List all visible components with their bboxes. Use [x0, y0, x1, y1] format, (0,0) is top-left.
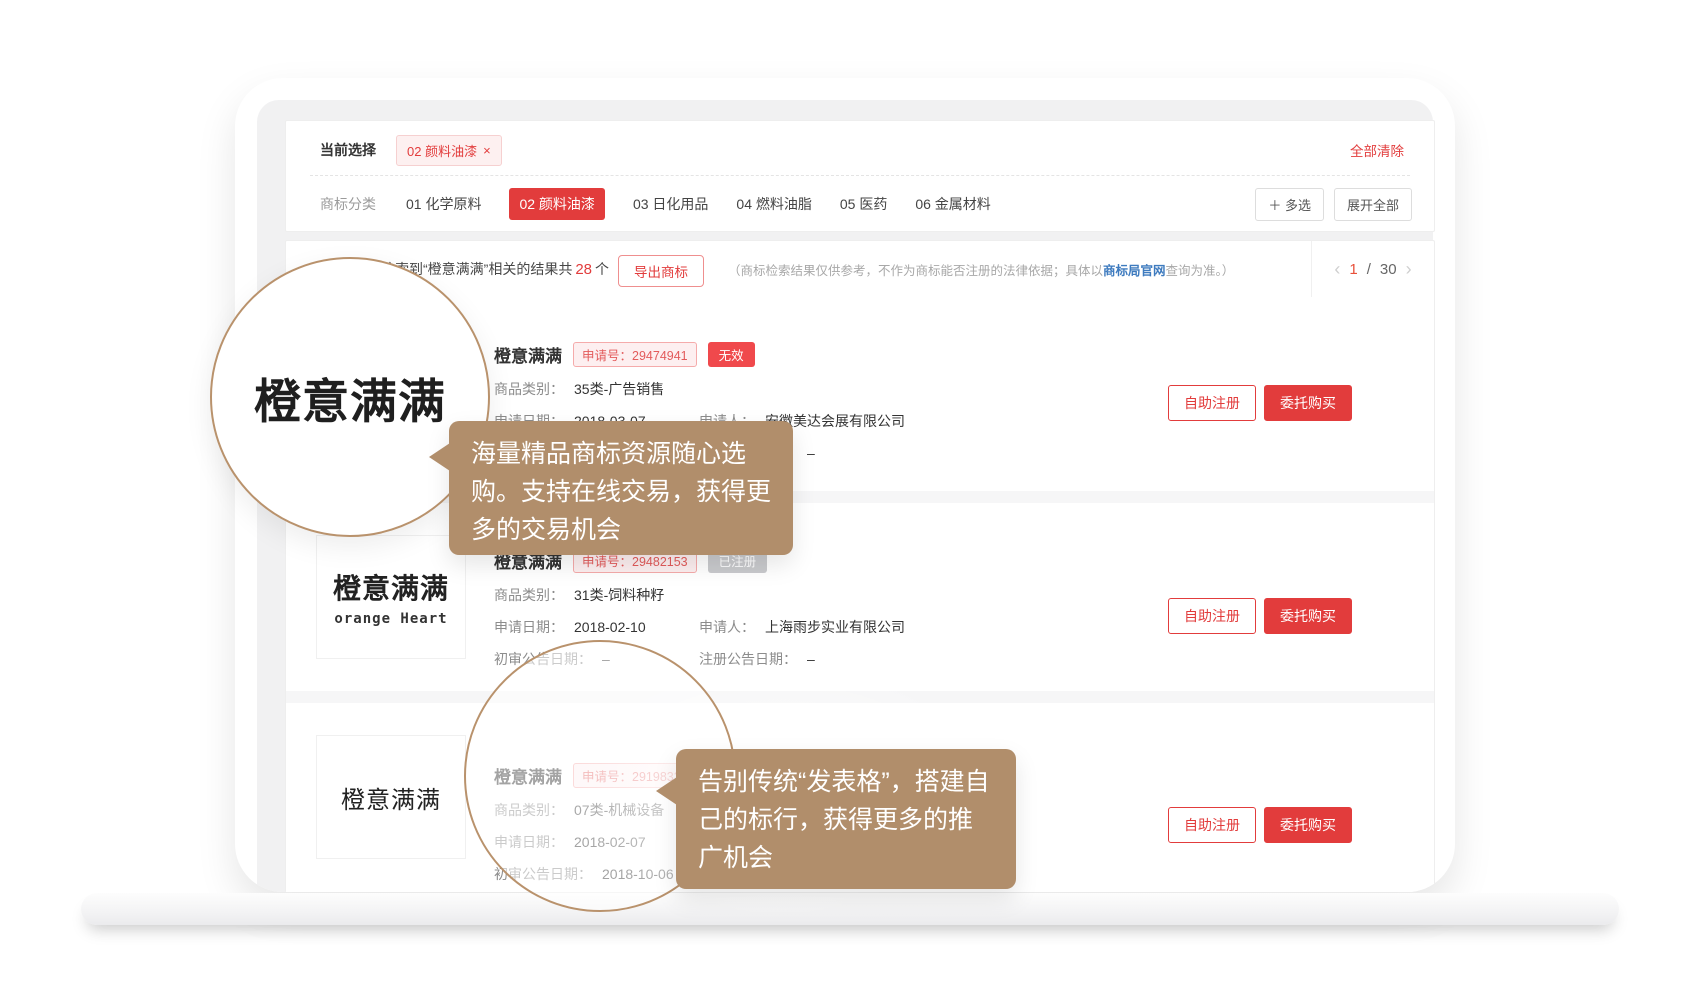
- status-badge: 无效: [708, 342, 755, 367]
- magnified-trademark-text: 橙意满满: [254, 363, 446, 432]
- disclaimer-prefix: （商标检索结果仅供参考，不作为商标能否注册的法律依据；具体以: [728, 260, 1103, 279]
- filter-card: 当前选择 02 颜料油漆 × 全部清除 商标分类 01 化学原料 02 颜料油漆…: [285, 120, 1435, 232]
- trademark-name: 橙意满满: [494, 342, 562, 367]
- selected-filter-chip-label: 02 颜料油漆: [407, 141, 477, 160]
- tooltip-arrow-icon: [429, 443, 450, 471]
- disclaimer-suffix: 查询为准。）: [1166, 260, 1235, 279]
- category-tab-05[interactable]: 05 医药: [840, 194, 887, 214]
- tooltip-arrow-icon: [656, 777, 677, 805]
- self-register-button[interactable]: 自助注册: [1168, 385, 1256, 421]
- reg-notice-value: –: [807, 650, 815, 669]
- category-tab-02-active[interactable]: 02 颜料油漆: [509, 188, 604, 220]
- tooltip-text: 海量精品商标资源随心选购。支持在线交易，获得更多的交易机会: [471, 440, 771, 544]
- tooltip-text: 告别传统“发表格”，搭建自己的标行，获得更多的推广机会: [698, 768, 990, 872]
- dashed-divider: [310, 175, 1410, 176]
- laptop-base: [81, 893, 1619, 925]
- entrust-buy-button[interactable]: 委托购买: [1264, 598, 1352, 634]
- row-divider: [286, 691, 1434, 703]
- date-label: 申请日期：: [494, 618, 564, 637]
- category-actions: ＋ 多选 展开全部: [1255, 188, 1412, 221]
- category-value: 35类-广告销售: [574, 380, 664, 399]
- results-count: 28: [575, 261, 592, 278]
- page: 当前选择 02 颜料油漆 × 全部清除 商标分类 01 化学原料 02 颜料油漆…: [0, 0, 1696, 1002]
- row-actions: 自助注册 委托购买: [1168, 385, 1352, 421]
- selected-filter-chip[interactable]: 02 颜料油漆 ×: [396, 135, 502, 166]
- category-row-label: 商标分类: [320, 194, 376, 214]
- multi-select-button[interactable]: ＋ 多选: [1255, 188, 1324, 221]
- category-tab-01[interactable]: 01 化学原料: [406, 194, 481, 214]
- category-value: 31类-饲料种籽: [574, 586, 664, 605]
- clear-all-button[interactable]: 全部清除: [1350, 140, 1404, 160]
- results-header: 当前分类下检索到“橙意满满”相关的结果共 28 个 导出商标 （商标检索结果仅供…: [286, 241, 1434, 298]
- category-label: 商品类别：: [494, 380, 564, 399]
- category-tab-04[interactable]: 04 燃料油脂: [736, 194, 811, 214]
- category-row: 商标分类 01 化学原料 02 颜料油漆 03 日化用品 04 燃料油脂 05 …: [320, 187, 1412, 221]
- current-page: 1: [1349, 261, 1357, 278]
- export-trademarks-button[interactable]: 导出商标: [618, 255, 704, 287]
- row-actions: 自助注册 委托购买: [1168, 807, 1352, 843]
- trademark-office-link[interactable]: 商标局官网: [1103, 260, 1166, 279]
- applicant-value: 上海雨步实业有限公司: [765, 618, 905, 637]
- current-selection-label: 当前选择: [320, 140, 376, 160]
- date-value: 2018-02-10: [574, 618, 646, 637]
- reg-notice-value: –: [807, 444, 815, 463]
- applicant-label: 申请人：: [699, 618, 755, 637]
- pagination: ‹ 1 / 30 ›: [1311, 241, 1434, 297]
- chip-close-icon[interactable]: ×: [483, 143, 491, 158]
- current-selection-row: 当前选择 02 颜料油漆 × 全部清除: [320, 134, 1404, 166]
- total-pages: 30: [1380, 261, 1397, 278]
- trademark-logo-3: 橙意满满: [316, 735, 466, 859]
- next-page-icon[interactable]: ›: [1406, 259, 1412, 280]
- row-actions: 自助注册 委托购买: [1168, 598, 1352, 634]
- application-number-chip: 申请号：29474941: [573, 342, 697, 367]
- prev-page-icon[interactable]: ‹: [1334, 259, 1340, 280]
- self-register-button[interactable]: 自助注册: [1168, 598, 1256, 634]
- entrust-buy-button[interactable]: 委托购买: [1264, 385, 1352, 421]
- logo-text: 橙意满满: [333, 567, 449, 607]
- expand-all-button[interactable]: 展开全部: [1334, 188, 1412, 221]
- tooltip-promotion: 告别传统“发表格”，搭建自己的标行，获得更多的推广机会: [676, 749, 1016, 889]
- category-label: 商品类别：: [494, 586, 564, 605]
- logo-text: 橙意满满: [341, 780, 441, 815]
- category-tab-03[interactable]: 03 日化用品: [633, 194, 708, 214]
- trademark-logo-2: 橙意满满 orange Heart: [316, 535, 466, 659]
- tooltip-marketplace: 海量精品商标资源随心选购。支持在线交易，获得更多的交易机会: [449, 421, 793, 555]
- self-register-button[interactable]: 自助注册: [1168, 807, 1256, 843]
- page-separator: /: [1367, 261, 1371, 278]
- magnifier-circle-top: 橙意满满: [210, 257, 490, 537]
- reg-notice-label: 注册公告日期：: [699, 650, 797, 669]
- entrust-buy-button[interactable]: 委托购买: [1264, 807, 1352, 843]
- logo-subtext: orange Heart: [334, 611, 447, 627]
- disclaimer-text: （商标检索结果仅供参考，不作为商标能否注册的法律依据；具体以 商标局官网 查询为…: [728, 241, 1234, 297]
- category-tab-06[interactable]: 06 金属材料: [915, 194, 990, 214]
- summary-suffix: 个: [595, 259, 609, 279]
